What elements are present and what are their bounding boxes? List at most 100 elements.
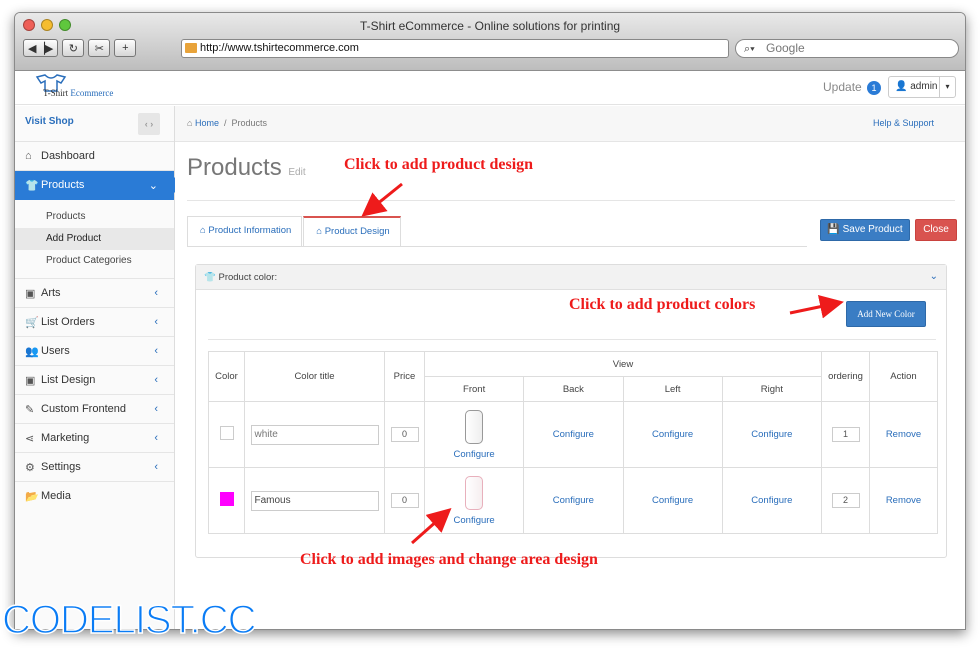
sidebar-item-label: Arts [41,287,61,299]
sidebar-item-label: Marketing [41,432,90,444]
window-title: T-Shirt eCommerce - Online solutions for… [359,19,621,33]
header-color: Color [208,351,245,402]
sidebar-item-list-design[interactable]: ▣ List Design ‹ [15,366,174,395]
folder-icon [185,43,197,53]
price-input[interactable]: 0 [390,427,419,442]
divider [187,200,955,201]
header-ordering: ordering [821,351,870,402]
chevron-left-icon: ‹ [154,345,158,357]
header-right: Right [721,376,823,402]
sidebar-item-custom-frontend[interactable]: ✎ Custom Frontend ‹ [15,395,174,424]
logo-text: T-Shirt Ecommerce [43,88,113,98]
tab-product-design[interactable]: ⌂ Product Design [303,216,401,247]
sidebar-item-dashboard[interactable]: ⌂ Dashboard [15,142,174,171]
home-icon: ⌂ [200,225,206,236]
sidebar-item-marketing[interactable]: ⋖ Marketing ‹ [15,424,174,453]
sidebar: Visit Shop ‹ › ⌂ Dashboard 👕 Products ⌄ Prod… [15,106,182,629]
chevron-left-icon: ‹ [154,461,158,473]
submenu-item-product-categories[interactable]: Product Categories [15,250,174,272]
configure-front-link[interactable]: Configure [454,449,495,460]
tab-product-information[interactable]: ⌂ Product Information [187,216,303,246]
tab-label: Product Design [324,226,390,237]
configure-left-link[interactable]: Configure [652,429,693,440]
annotation-design: Click to add product design [344,156,534,173]
sidebar-item-users[interactable]: 👥 Users ‹ [15,337,174,366]
app-topbar: T-Shirt Ecommerce Update 1 👤 admin ▾ [15,72,965,105]
table-row: Famous 0 Configure Configure Configure C… [208,467,938,534]
cart-icon: 🛒 [25,317,39,329]
submenu-item-products[interactable]: Products [15,206,174,228]
front-shirt-thumbnail[interactable] [465,475,484,510]
collapse-sidebar-button[interactable]: ‹ › [138,113,160,135]
chevron-down-icon: ▾ [939,77,955,97]
price-input[interactable]: 0 [390,493,419,508]
header-front: Front [423,376,525,402]
update-link[interactable]: Update 1 [823,80,882,95]
save-product-button[interactable]: 💾 Save Product [820,219,910,241]
help-support-link[interactable]: Help & Support [873,118,934,128]
reload-button[interactable]: ↻ [62,39,85,57]
panel-header[interactable]: 👕 Product color: ⌄ [196,265,946,290]
ordering-input[interactable]: 1 [831,427,860,442]
new-tab-button[interactable]: + [114,39,137,57]
configure-back-link[interactable]: Configure [553,429,594,440]
sidebar-item-products[interactable]: 👕 Products ⌄ [15,171,182,200]
sidebar-item-label: Settings [41,461,81,473]
snippet-button[interactable]: ✂ [88,39,111,57]
remove-link[interactable]: Remove [886,495,921,506]
chevron-left-icon: ‹ [154,316,158,328]
product-tabs: ⌂ Product Information ⌂ Product Design [187,216,402,247]
add-new-color-button[interactable]: Add New Color [846,301,926,327]
panel-title: Product color: [218,272,278,283]
front-shirt-thumbnail[interactable] [465,409,484,444]
close-button[interactable]: Close [915,219,957,241]
chevron-left-icon: ‹ [154,432,158,444]
chevron-left-icon: ‹ [154,287,158,299]
home-icon: ⌂ [316,226,323,237]
submenu-item-add-product[interactable]: Add Product [15,228,174,250]
home-icon: ⌂ [25,150,32,162]
configure-back-link[interactable]: Configure [553,495,594,506]
colors-table: Color Color title Price View ordering Ac… [208,351,938,534]
header-action: Action [869,351,938,402]
user-icon: 👤 [895,81,908,92]
color-swatch[interactable] [219,426,234,440]
ordering-input[interactable]: 2 [831,493,860,508]
home-icon: ⌂ [187,118,193,128]
browser-titlebar: T-Shirt eCommerce - Online solutions for… [15,13,965,71]
breadcrumb-current: Products [231,118,268,128]
page-title-text: Products [187,154,282,181]
image-icon: ▣ [25,288,36,300]
back-button[interactable]: ◀▕▶ [23,39,59,57]
search-placeholder: Google [766,41,805,55]
visit-shop-link[interactable]: Visit Shop ‹ › [15,106,174,142]
user-menu-button[interactable]: 👤 admin ▾ [888,76,956,98]
logo[interactable]: T-Shirt Ecommerce [25,74,135,103]
configure-left-link[interactable]: Configure [652,495,693,506]
sidebar-item-settings[interactable]: ⚙ Settings ‹ [15,453,174,482]
remove-link[interactable]: Remove [886,429,921,440]
sidebar-item-media[interactable]: 📂 Media [15,482,174,511]
chevron-down-icon: ⌄ [148,180,158,192]
tab-underline [187,246,807,247]
sidebar-item-list-orders[interactable]: 🛒 List Orders ‹ [15,308,174,337]
color-swatch[interactable] [219,492,234,506]
configure-right-link[interactable]: Configure [751,429,792,440]
color-title-input[interactable]: white [250,424,379,445]
search-field[interactable]: ⌕▾ Google [735,39,959,58]
address-bar[interactable]: http://www.tshirtecommerce.com [181,39,729,58]
chevron-down-icon[interactable]: ⌄ [930,271,938,282]
page-title: Products Edit [187,154,306,182]
user-name: admin [910,81,938,92]
address-text: http://www.tshirtecommerce.com [200,42,359,54]
annotation-images: Click to add images and change area desi… [300,551,598,568]
configure-right-link[interactable]: Configure [751,495,792,506]
chevron-left-icon: ‹ [154,374,158,386]
breadcrumb-home[interactable]: Home [195,118,219,128]
color-title-input[interactable]: Famous [250,490,379,511]
sidebar-item-arts[interactable]: ▣ Arts ‹ [15,279,174,308]
divider [208,339,936,340]
configure-front-link[interactable]: Configure [454,515,495,526]
save-label: Save Product [842,224,903,235]
breadcrumb-separator: / [221,118,229,128]
